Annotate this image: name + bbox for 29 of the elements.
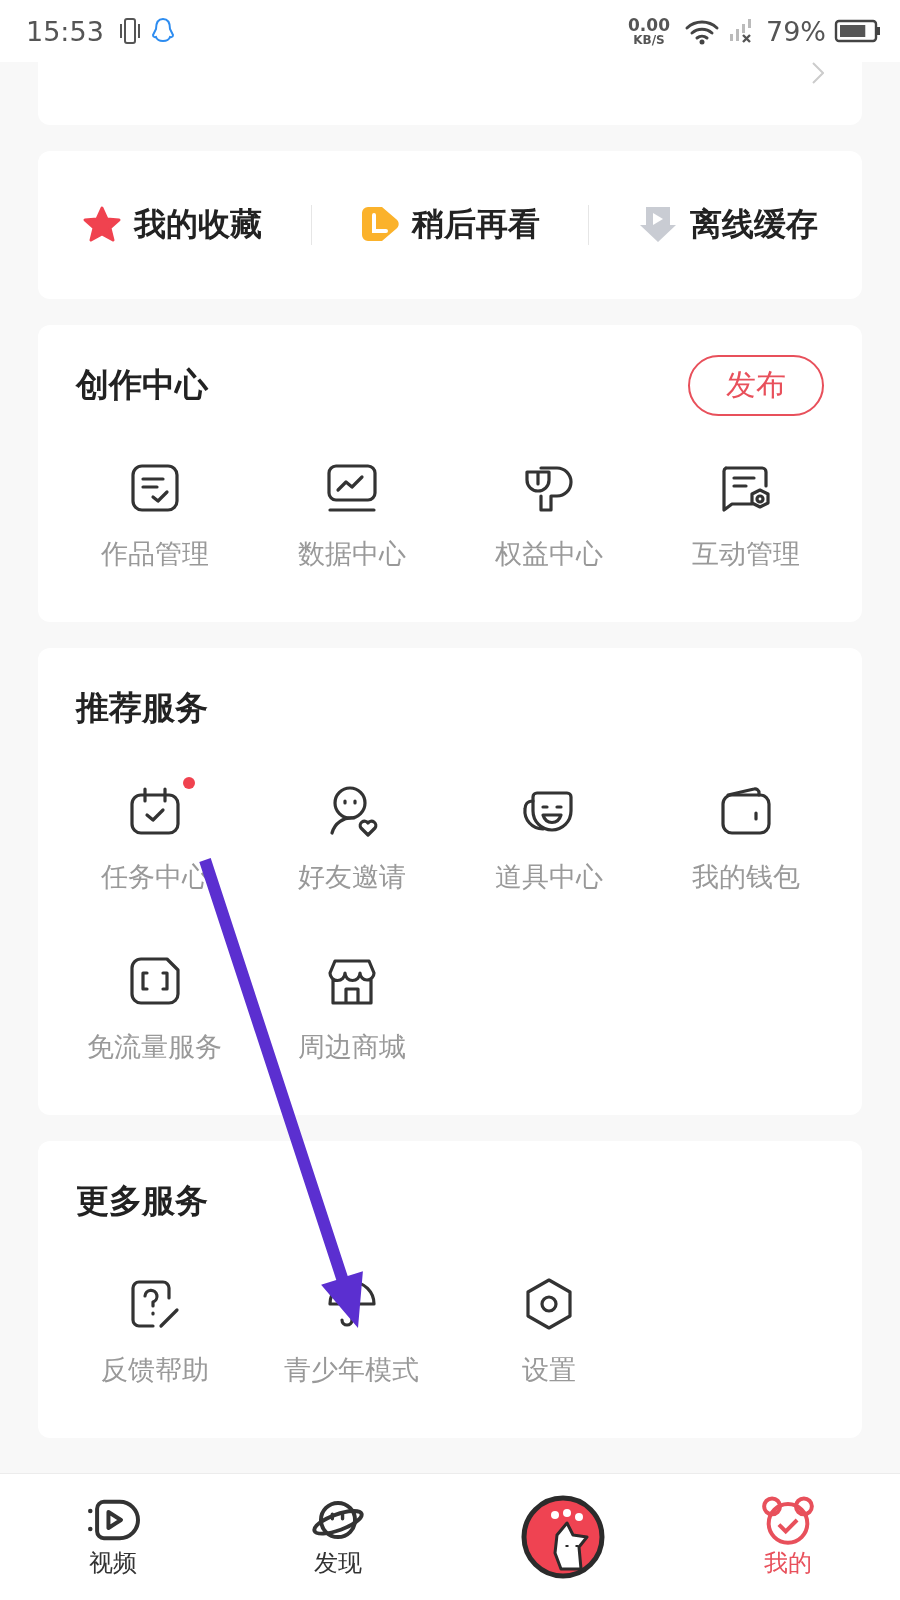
chevron-right-icon	[812, 62, 824, 84]
service-item[interactable]: 互动管理	[647, 452, 844, 572]
tab-item[interactable]: 视频	[52, 1495, 173, 1579]
net-speed: 0.00	[628, 16, 670, 34]
vibrate-icon	[117, 16, 142, 46]
tab-item[interactable]: 发现	[277, 1495, 398, 1579]
service-item[interactable]: 权益中心	[450, 452, 647, 572]
tab-item[interactable]: 我的	[727, 1495, 848, 1579]
service-item[interactable]: 数据中心	[253, 452, 450, 572]
quick-link[interactable]: 稍后再看	[359, 203, 540, 247]
battery-icon	[834, 18, 882, 44]
service-item[interactable]: 好友邀请	[253, 775, 450, 895]
quick-link[interactable]: 离线缓存	[637, 203, 818, 247]
publish-button[interactable]: 发布	[688, 354, 824, 416]
service-item[interactable]: 我的钱包	[647, 775, 844, 895]
status-time: 15:53	[26, 15, 104, 47]
service-item[interactable]: 道具中心	[450, 775, 647, 895]
quick-link[interactable]: 我的收藏	[82, 203, 263, 247]
section-title: 创作中心	[76, 363, 208, 406]
service-item[interactable]: 周边商城	[253, 945, 450, 1065]
service-item[interactable]: 反馈帮助	[56, 1268, 253, 1388]
section-title: 推荐服务	[76, 686, 208, 729]
service-item[interactable]: 设置	[450, 1268, 647, 1388]
create-button-icon[interactable]	[520, 1495, 605, 1579]
net-unit: KB/S	[633, 33, 665, 46]
service-item[interactable]: 作品管理	[56, 452, 253, 572]
service-item[interactable]: 免流量服务	[56, 945, 253, 1065]
battery-percent: 79%	[766, 15, 826, 47]
section-title: 更多服务	[76, 1179, 208, 1222]
